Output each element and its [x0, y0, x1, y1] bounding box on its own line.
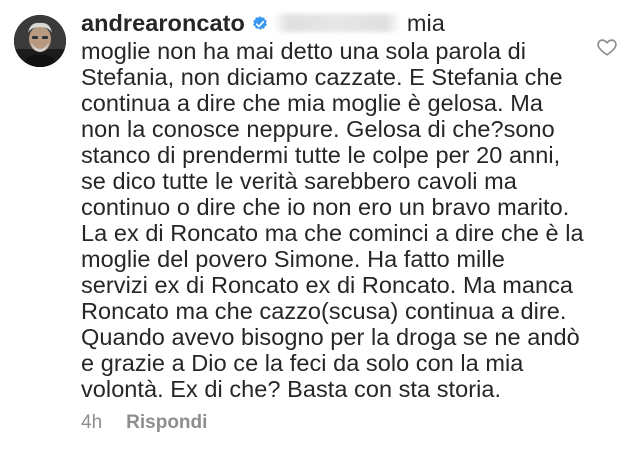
comment-line: Roncato ma che cazzo(scusa) continua a d… — [81, 298, 567, 324]
heart-outline-icon[interactable] — [596, 36, 618, 58]
comment-line: Quando avevo bisogno per la droga se ne … — [81, 324, 580, 350]
comment-line: volontà. Ex di che? Basta con sta storia… — [81, 376, 502, 402]
comment-line: continua a dire che mia moglie è gelosa.… — [81, 90, 543, 116]
comment-line: La ex di Roncato ma che cominci a dire c… — [81, 220, 584, 246]
comment-line: non la conosce neppure. Gelosa di che?so… — [81, 116, 555, 142]
comment-body: andrearoncato mia moglie non ha mai detto… — [81, 10, 601, 402]
comment-line: continuo o dire che io non ero un bravo … — [81, 194, 570, 220]
comment-line: se dico tutte le verità sarebbero cavoli… — [81, 168, 517, 194]
comment-text: andrearoncato mia moglie non ha mai detto… — [81, 10, 601, 402]
comment-line: moglie non ha mai detto una sola parola … — [81, 38, 526, 64]
comment-first-line: andrearoncato mia — [81, 10, 601, 38]
comment-meta: 4h Rispondi — [81, 412, 207, 434]
avatar[interactable] — [14, 15, 66, 67]
redacted-mention — [272, 14, 401, 32]
comment-line: stanco di prendermi tutte le colpe per 2… — [81, 142, 561, 168]
comment-line: Stefania, non diciamo cazzate. E Stefani… — [81, 64, 563, 90]
comment-line: servizi ex di Roncato ex di Roncato. Ma … — [81, 272, 574, 298]
reply-button[interactable]: Rispondi — [126, 412, 207, 434]
username[interactable]: andrearoncato — [81, 10, 245, 36]
comment-line: mia — [406, 10, 445, 36]
comment-time: 4h — [81, 412, 103, 433]
avatar-image — [14, 15, 66, 67]
verified-badge-icon — [251, 12, 269, 38]
comment-line: e grazie a Dio ce la feci da solo con la… — [81, 350, 524, 376]
comment-line: moglie del povero Simone. Ha fatto mille — [81, 246, 505, 272]
comment: andrearoncato mia moglie non ha mai detto… — [0, 0, 640, 466]
